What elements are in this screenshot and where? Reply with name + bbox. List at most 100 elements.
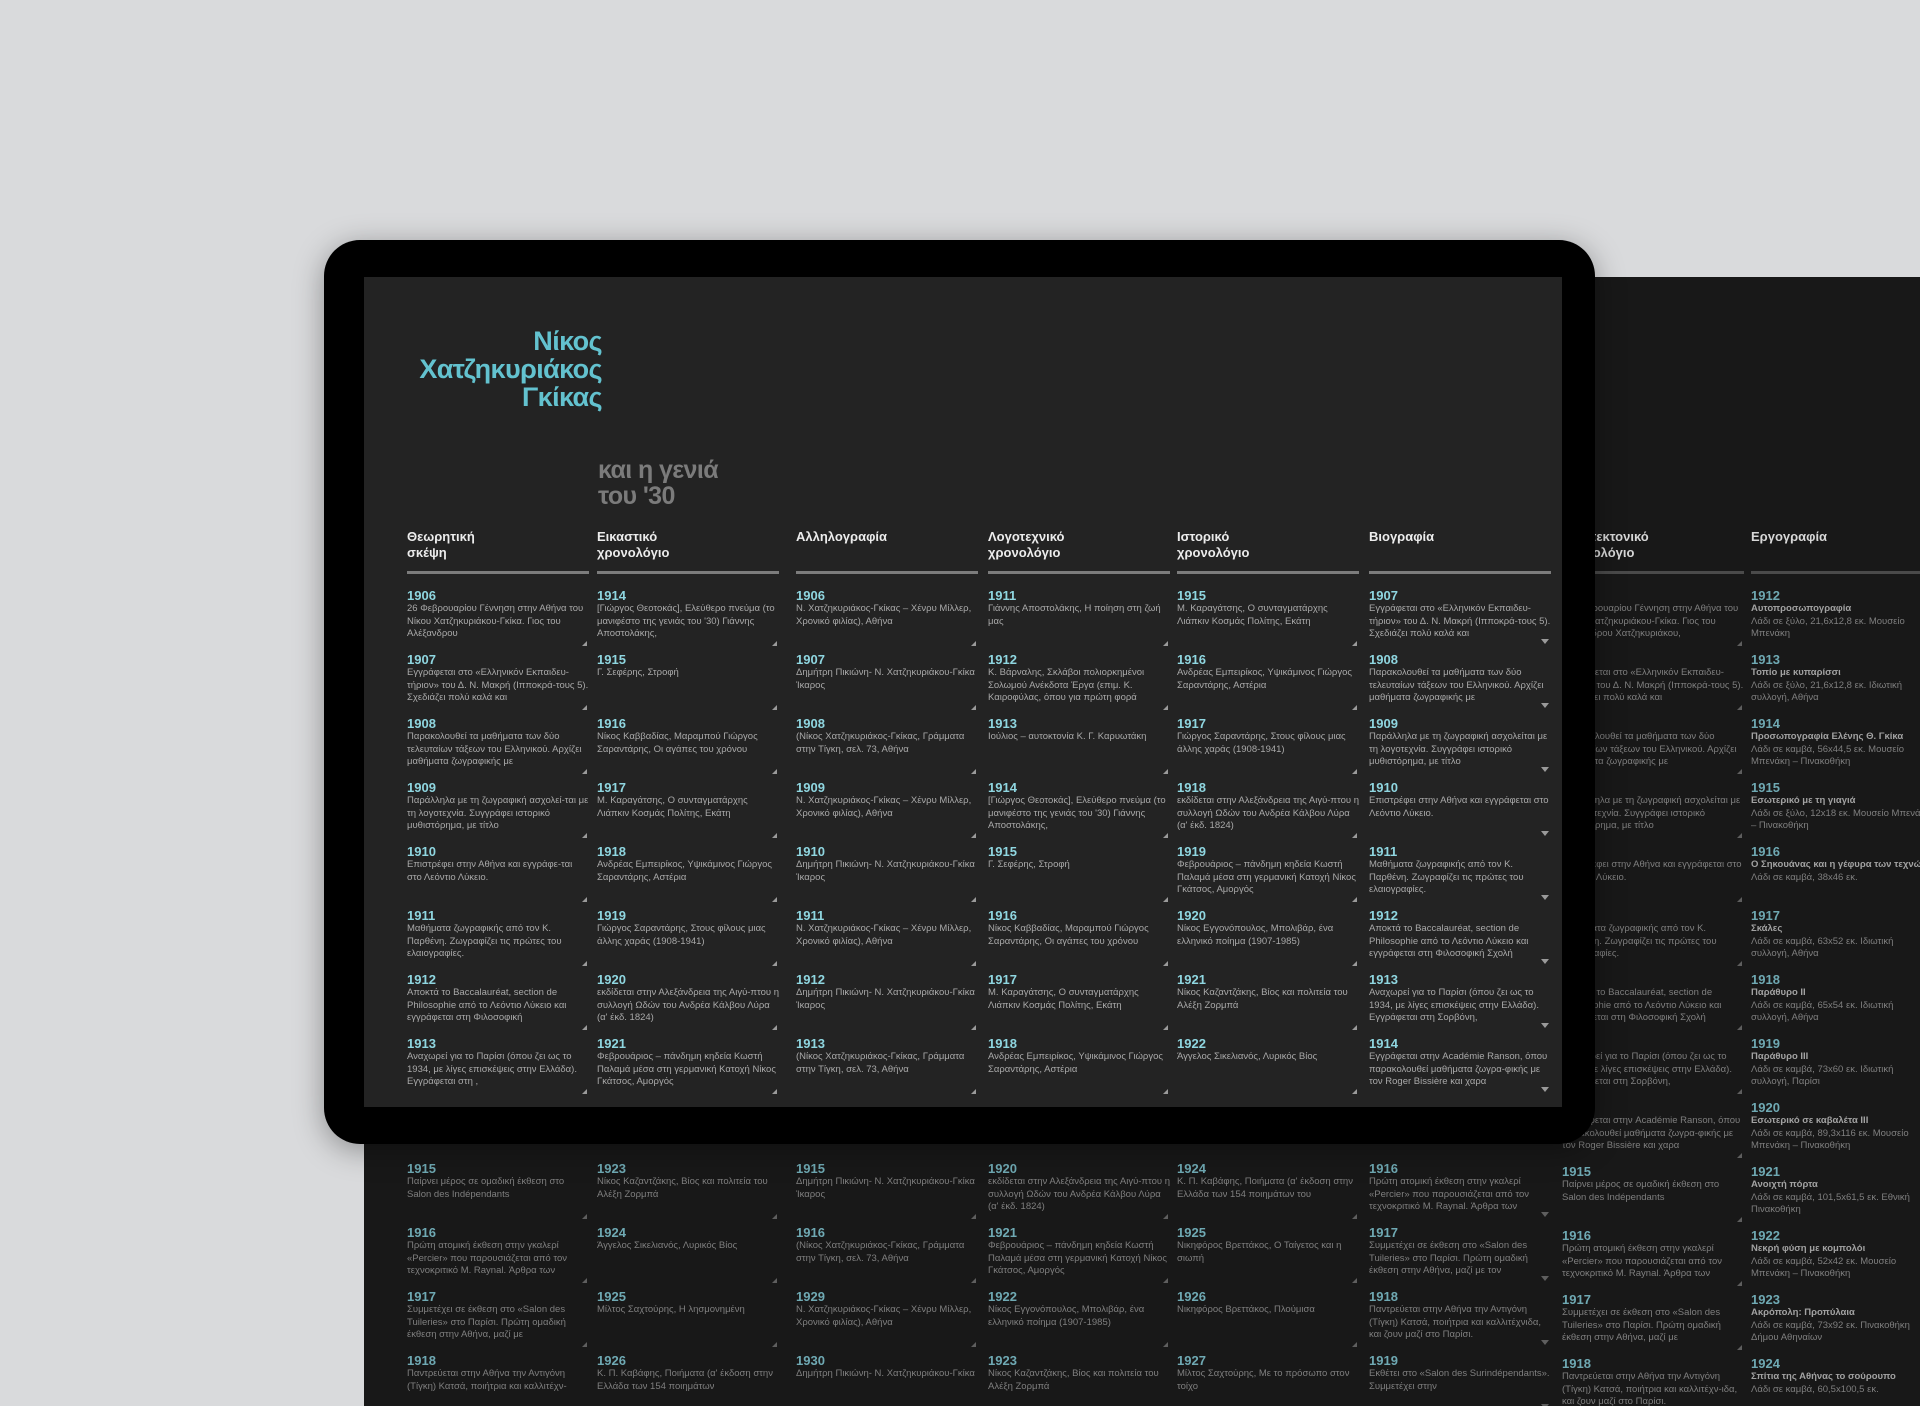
timeline-entry[interactable]: 1916 Πρώτη ατομική έκθεση στην γκαλερί «P… — [407, 1225, 589, 1289]
timeline-entry[interactable]: 1917 Μ. Καραγάτσης, Ο συνταγματάρχης Λιάπ… — [988, 972, 1170, 1036]
timeline-entry[interactable]: 1916 Πρώτη ατομική έκθεση στην γκαλερί «P… — [1369, 1161, 1551, 1225]
timeline-entry[interactable]: 1916 Νίκος Καββαδίας, Μαραμπού Γιώργος Σα… — [597, 716, 779, 780]
timeline-entry[interactable]: 1921 Νίκος Καζαντζάκης, Βίος και πολιτεία… — [1177, 972, 1359, 1036]
corner-expand-icon[interactable] — [582, 1278, 587, 1283]
corner-expand-icon[interactable] — [1352, 1278, 1357, 1283]
timeline-entry[interactable]: 1919 Φεβρουάριος – πάνδημη κηδεία Κωστή Π… — [1177, 844, 1359, 908]
timeline-entry[interactable]: 1913 (Νίκος Χατζηκυριάκος-Γκίκας, Γράμματ… — [796, 1036, 978, 1100]
corner-expand-icon[interactable] — [1352, 833, 1357, 838]
corner-expand-icon[interactable] — [1352, 705, 1357, 710]
timeline-entry[interactable]: 1910 Επιστρέφει στην Αθήνα και εγγράφε-τα… — [407, 844, 589, 908]
corner-expand-icon[interactable] — [772, 897, 777, 902]
corner-expand-icon[interactable] — [1737, 833, 1742, 838]
corner-expand-icon[interactable] — [582, 641, 587, 646]
corner-expand-icon[interactable] — [1737, 1345, 1742, 1350]
corner-expand-icon[interactable] — [772, 833, 777, 838]
corner-expand-icon[interactable] — [772, 705, 777, 710]
corner-expand-icon[interactable] — [1737, 897, 1742, 902]
corner-expand-icon[interactable] — [1737, 1025, 1742, 1030]
corner-expand-icon[interactable] — [1352, 641, 1357, 646]
timeline-entry[interactable]: 1913 Τοπίο με κυπαρίσσι Λάδι σε ξύλο, 21,6… — [1751, 652, 1920, 716]
timeline-entry[interactable]: 1919 Γιώργος Σαραντάρης, Στους φίλους μια… — [597, 908, 779, 972]
timeline-entry[interactable]: 1921 Φεβρουάριος – πάνδημη κηδεία Κωστή Π… — [597, 1036, 779, 1100]
timeline-entry[interactable]: 1912Αποκτά το Baccalauréat, section de P… — [1369, 908, 1551, 972]
timeline-entry[interactable]: 1916 Ανδρέας Εμπειρίκος, Υψικάμινος Γιώργ… — [1177, 652, 1359, 716]
corner-expand-icon[interactable] — [1352, 1089, 1357, 1094]
timeline-entry[interactable]: 1923 Ακρόπολη: Προπύλαια Λάδι σε καμβά, 73… — [1751, 1292, 1920, 1356]
timeline-entry[interactable]: 1915 Δημήτρη Πικιώνη- Ν. Χατζηκυριάκου-Γκ… — [796, 1161, 978, 1225]
timeline-entry[interactable]: 1921 Φεβρουάριος – πάνδημη κηδεία Κωστή Π… — [988, 1225, 1170, 1289]
timeline-entry[interactable]: 1923 Νίκος Καζαντζάκης, Βίος και πολιτεία… — [988, 1353, 1170, 1406]
corner-expand-icon[interactable] — [582, 1089, 587, 1094]
corner-expand-icon[interactable] — [1163, 897, 1168, 902]
corner-expand-icon[interactable] — [772, 961, 777, 966]
expand-chevron-icon[interactable] — [1541, 1023, 1549, 1028]
timeline-entry[interactable]: 1911 Ν. Χατζηκυριάκος-Γκίκας – Χένρυ Μίλλ… — [796, 908, 978, 972]
timeline-entry[interactable]: 1913Αναχωρεί για το Παρίσι (όπου ζει ως … — [407, 1036, 589, 1100]
corner-expand-icon[interactable] — [582, 1025, 587, 1030]
corner-expand-icon[interactable] — [1163, 1342, 1168, 1347]
timeline-entry[interactable]: 1911Μαθήματα ζωγραφικής από τον Κ. Παρθέ… — [407, 908, 589, 972]
corner-expand-icon[interactable] — [582, 833, 587, 838]
corner-expand-icon[interactable] — [1352, 1214, 1357, 1219]
timeline-entry[interactable]: 1914 Προσωπογραφία Ελένης Θ. Γκίκα Λάδι σε… — [1751, 716, 1920, 780]
corner-expand-icon[interactable] — [1737, 1281, 1742, 1286]
timeline-entry[interactable]: 1913 Ιούλιος – αυτοκτονία Κ. Γ. Καρυωτάκη — [988, 716, 1170, 780]
corner-expand-icon[interactable] — [1163, 1089, 1168, 1094]
timeline-entry[interactable]: 1909 Ν. Χατζηκυριάκος-Γκίκας – Χένρυ Μίλλ… — [796, 780, 978, 844]
timeline-entry[interactable]: 1918 Ανδρέας Εμπειρίκος, Υψικάμινος Γιώργ… — [988, 1036, 1170, 1100]
corner-expand-icon[interactable] — [971, 769, 976, 774]
corner-expand-icon[interactable] — [971, 833, 976, 838]
corner-expand-icon[interactable] — [772, 1342, 777, 1347]
timeline-entry[interactable]: 1908Παρακολουθεί τα μαθήματα των δύο τελ… — [407, 716, 589, 780]
timeline-entry[interactable]: 1918 Ανδρέας Εμπειρίκος, Υψικάμινος Γιώργ… — [597, 844, 779, 908]
corner-expand-icon[interactable] — [582, 1214, 587, 1219]
timeline-entry[interactable]: 1912Αποκτά το Baccalauréat, section de P… — [407, 972, 589, 1036]
corner-expand-icon[interactable] — [582, 769, 587, 774]
timeline-entry[interactable]: 1914 [Γιώργος Θεοτοκάς], Ελεύθερο πνεύμα … — [597, 588, 779, 652]
timeline-entry[interactable]: 1914 [Γιώργος Θεοτοκάς], Ελεύθερο πνεύμα … — [988, 780, 1170, 844]
timeline-entry[interactable]: 1920 Εσωτερικό σε καβαλέτα III Λάδι σε καμ… — [1751, 1100, 1920, 1164]
corner-expand-icon[interactable] — [971, 961, 976, 966]
timeline-entry[interactable]: 1907 Δημήτρη Πικιώνη- Ν. Χατζηκυριάκου-Γκ… — [796, 652, 978, 716]
timeline-entry[interactable]: 1924 Άγγελος Σικελιανός, Λυρικός Βίος — [597, 1225, 779, 1289]
corner-expand-icon[interactable] — [772, 1089, 777, 1094]
expand-chevron-icon[interactable] — [1541, 1340, 1549, 1345]
timeline-entry[interactable]: 1906 Ν. Χατζηκυριάκος-Γκίκας – Χένρυ Μίλλ… — [796, 588, 978, 652]
timeline-entry[interactable]: 1920 εκδίδεται στην Αλεξάνδρεια της Αιγύ-… — [988, 1161, 1170, 1225]
timeline-entry[interactable]: 1918 Παράθυρο II Λάδι σε καμβά, 65x54 εκ. … — [1751, 972, 1920, 1036]
timeline-entry[interactable]: 1925 Νικηφόρος Βρεττάκος, Ο Ταίγετος και … — [1177, 1225, 1359, 1289]
corner-expand-icon[interactable] — [772, 1214, 777, 1219]
corner-expand-icon[interactable] — [971, 1089, 976, 1094]
corner-expand-icon[interactable] — [1737, 705, 1742, 710]
corner-expand-icon[interactable] — [582, 705, 587, 710]
corner-expand-icon[interactable] — [1352, 1025, 1357, 1030]
timeline-entry[interactable]: 1926 Κ. Π. Καβάφης, Ποιήματα (α' έκδοση σ… — [597, 1353, 779, 1406]
corner-expand-icon[interactable] — [1737, 1217, 1742, 1222]
expand-chevron-icon[interactable] — [1541, 639, 1549, 644]
timeline-entry[interactable]: 1913Αναχωρεί για το Παρίσι (όπου ζει ως … — [1369, 972, 1551, 1036]
corner-expand-icon[interactable] — [971, 897, 976, 902]
corner-expand-icon[interactable] — [772, 641, 777, 646]
timeline-entry[interactable]: 1918 Παντρεύεται στην Αθήνα την Αντιγόνη … — [1562, 1356, 1744, 1406]
corner-expand-icon[interactable] — [971, 641, 976, 646]
corner-expand-icon[interactable] — [772, 1025, 777, 1030]
timeline-entry[interactable]: 1915 Γ. Σεφέρης, Στροφή — [988, 844, 1170, 908]
corner-expand-icon[interactable] — [1163, 1025, 1168, 1030]
timeline-entry[interactable]: 1922 Νεκρή φύση με κομπολόι Λάδι σε καμβά,… — [1751, 1228, 1920, 1292]
timeline-entry[interactable]: 1915 Γ. Σεφέρης, Στροφή — [597, 652, 779, 716]
timeline-entry[interactable]: 1912 Κ. Βάρναλης, Σκλάβοι πολιορκημένοι Σ… — [988, 652, 1170, 716]
timeline-entry[interactable]: 1922 Νίκος Εγγονόπουλος, Μπολιβάρ, ένα ελ… — [988, 1289, 1170, 1353]
corner-expand-icon[interactable] — [1163, 833, 1168, 838]
corner-expand-icon[interactable] — [582, 1342, 587, 1347]
corner-expand-icon[interactable] — [1163, 1278, 1168, 1283]
corner-expand-icon[interactable] — [1737, 769, 1742, 774]
timeline-entry[interactable]: 1917 Συμμετέχει σε έκθεση στο «Salon des … — [1369, 1225, 1551, 1289]
expand-chevron-icon[interactable] — [1541, 895, 1549, 900]
timeline-entry[interactable]: 1915 Παίρνει μέρος σε ομαδική έκθεση στο … — [407, 1161, 589, 1225]
expand-chevron-icon[interactable] — [1541, 1212, 1549, 1217]
timeline-entry[interactable]: 1926 Νικηφόρος Βρεττάκος, Πλούμισα — [1177, 1289, 1359, 1353]
timeline-entry[interactable]: 1915 Εσωτερικό με τη γιαγιά Λάδι σε ξύλο, … — [1751, 780, 1920, 844]
timeline-entry[interactable]: 190626 Φεβρουαρίου Γέννηση στην Αθήνα το… — [407, 588, 589, 652]
timeline-entry[interactable]: 1916 Ο Σηκουάνας και η γέφυρα των τεχνών Λ… — [1751, 844, 1920, 908]
